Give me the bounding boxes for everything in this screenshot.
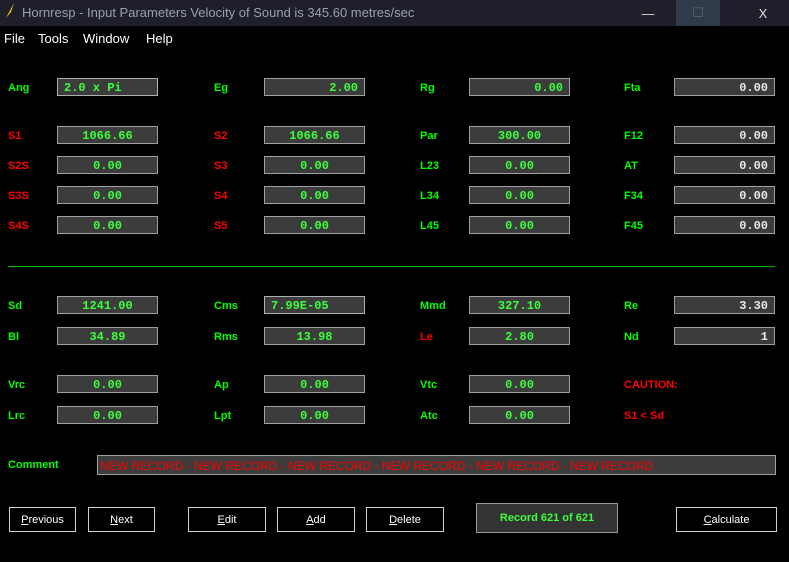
field-s2s[interactable]: 0.00	[57, 156, 158, 174]
label-l45: L45	[420, 220, 439, 232]
label-bl: Bl	[8, 331, 19, 343]
label-s3: S3	[214, 160, 228, 172]
label-f45: F45	[624, 220, 643, 232]
label-at: AT	[624, 160, 638, 172]
field-par[interactable]: 300.00	[469, 126, 570, 144]
field-eg[interactable]: 2.00	[264, 78, 365, 96]
label-s2: S2	[214, 130, 228, 142]
title-bar: Hornresp - Input Parameters Velocity of …	[0, 0, 789, 26]
field-ang[interactable]: 2.0 x Pi	[57, 78, 158, 96]
label-s4: S4	[214, 190, 228, 202]
minimize-button[interactable]: —	[626, 0, 670, 26]
label-f34: F34	[624, 190, 643, 202]
label-rg: Rg	[420, 82, 435, 94]
field-l23[interactable]: 0.00	[469, 156, 570, 174]
field-l34[interactable]: 0.00	[469, 186, 570, 204]
label-lpt: Lpt	[214, 410, 232, 422]
label-re: Re	[624, 300, 639, 312]
field-vrc[interactable]: 0.00	[57, 375, 158, 393]
field-vtc[interactable]: 0.00	[469, 375, 570, 393]
field-nd[interactable]: 1	[674, 327, 775, 345]
menu-window[interactable]: Window	[83, 31, 129, 46]
calculate-button[interactable]: Calculate	[676, 507, 777, 532]
label-comment: Comment	[8, 459, 59, 471]
label-vtc: Vtc	[420, 379, 438, 391]
field-s3s[interactable]: 0.00	[57, 186, 158, 204]
menu-tools[interactable]: Tools	[38, 31, 68, 46]
field-bl[interactable]: 34.89	[57, 327, 158, 345]
label-s4s: S4S	[8, 220, 29, 232]
window-title: Hornresp - Input Parameters Velocity of …	[22, 5, 415, 20]
label-vrc: Vrc	[8, 379, 26, 391]
field-l45[interactable]: 0.00	[469, 216, 570, 234]
field-rms[interactable]: 13.98	[264, 327, 365, 345]
caution-message: S1 < Sd	[624, 410, 665, 422]
menu-bar: File Tools Window Help	[0, 28, 789, 50]
record-indicator: Record 621 of 621	[476, 503, 618, 533]
field-ap[interactable]: 0.00	[264, 375, 365, 393]
field-s4s[interactable]: 0.00	[57, 216, 158, 234]
field-sd[interactable]: 1241.00	[57, 296, 158, 314]
field-cms[interactable]: 7.99E-05	[264, 296, 365, 314]
close-button[interactable]: X	[738, 0, 788, 26]
label-eg: Eg	[214, 82, 229, 94]
field-lrc[interactable]: 0.00	[57, 406, 158, 424]
field-s3[interactable]: 0.00	[264, 156, 365, 174]
field-f12[interactable]: 0.00	[674, 126, 775, 144]
field-s4[interactable]: 0.00	[264, 186, 365, 204]
label-ap: Ap	[214, 379, 229, 391]
field-s1[interactable]: 1066.66	[57, 126, 158, 144]
delete-button[interactable]: Delete	[366, 507, 444, 532]
menu-help[interactable]: Help	[146, 31, 173, 46]
label-atc: Atc	[420, 410, 438, 422]
field-f34[interactable]: 0.00	[674, 186, 775, 204]
field-re[interactable]: 3.30	[674, 296, 775, 314]
label-rms: Rms	[214, 331, 238, 343]
label-le: Le	[420, 331, 433, 343]
label-s1: S1	[8, 130, 22, 142]
label-lrc: Lrc	[8, 410, 26, 422]
label-s2s: S2S	[8, 160, 29, 172]
label-mmd: Mmd	[420, 300, 446, 312]
add-button[interactable]: Add	[277, 507, 355, 532]
caution-title: CAUTION:	[624, 379, 678, 391]
field-s2[interactable]: 1066.66	[264, 126, 365, 144]
field-atc[interactable]: 0.00	[469, 406, 570, 424]
hornresp-app-icon	[6, 3, 14, 18]
field-lpt[interactable]: 0.00	[264, 406, 365, 424]
label-l34: L34	[420, 190, 439, 202]
label-ang: Ang	[8, 82, 30, 94]
previous-button[interactable]: Previous	[9, 507, 76, 532]
maximize-button[interactable]: ☐	[676, 0, 720, 26]
label-fta: Fta	[624, 82, 641, 94]
next-button[interactable]: Next	[88, 507, 155, 532]
label-nd: Nd	[624, 331, 639, 343]
label-cms: Cms	[214, 300, 238, 312]
field-mmd[interactable]: 327.10	[469, 296, 570, 314]
menu-file[interactable]: File	[4, 31, 25, 46]
field-fta[interactable]: 0.00	[674, 78, 775, 96]
label-s5: S5	[214, 220, 228, 232]
label-sd: Sd	[8, 300, 23, 312]
edit-button[interactable]: Edit	[188, 507, 266, 532]
field-comment[interactable]: NEW RECORD - NEW RECORD - NEW RECORD - N…	[97, 455, 776, 475]
field-rg[interactable]: 0.00	[469, 78, 570, 96]
field-le[interactable]: 2.80	[469, 327, 570, 345]
label-s3s: S3S	[8, 190, 29, 202]
field-f45[interactable]: 0.00	[674, 216, 775, 234]
label-par: Par	[420, 130, 438, 142]
field-s5[interactable]: 0.00	[264, 216, 365, 234]
label-f12: F12	[624, 130, 643, 142]
field-at[interactable]: 0.00	[674, 156, 775, 174]
section-separator	[8, 266, 775, 267]
label-l23: L23	[420, 160, 439, 172]
